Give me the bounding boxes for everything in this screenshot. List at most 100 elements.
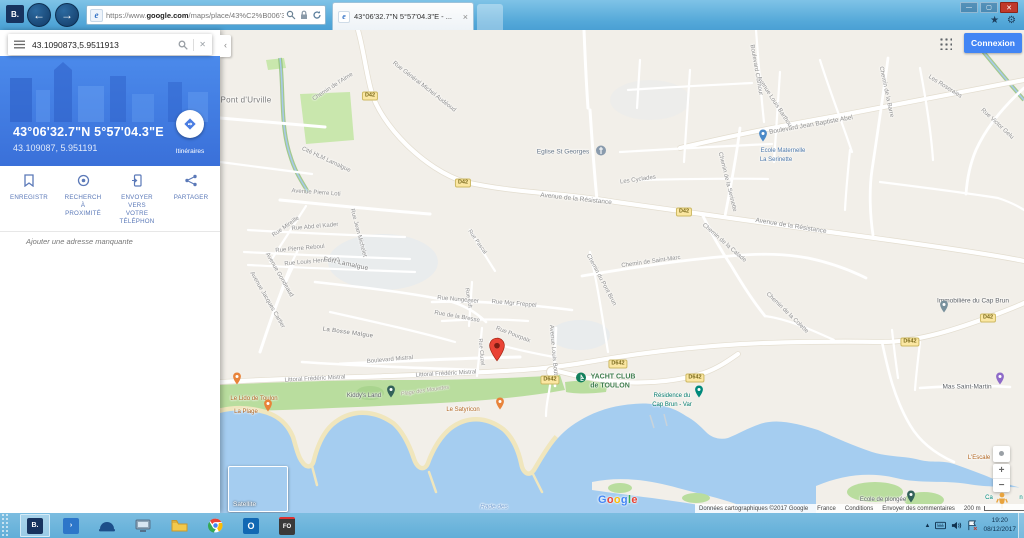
- map-extra-control[interactable]: [993, 446, 1010, 462]
- address-bar[interactable]: e https://www.google.com/maps/place/43%C…: [86, 5, 326, 25]
- map-label: n: [1019, 495, 1022, 501]
- show-desktop-button[interactable]: [1018, 513, 1024, 538]
- map-label: Cap Brun - Var: [652, 402, 692, 408]
- google-logo-letter: o: [614, 494, 621, 506]
- place-coordinates-decimal: 43.109087, 5.951191: [13, 143, 97, 153]
- google-logo: Google: [598, 494, 638, 506]
- map-label: Ca: [985, 495, 993, 501]
- system-tray: ▲ ✕ 19:20 08/12/2017: [925, 513, 1017, 538]
- pin-blue[interactable]: [759, 129, 768, 147]
- powershell-icon: ›: [63, 518, 79, 534]
- map-label: YACHT CLUB: [591, 374, 636, 381]
- pin-orange[interactable]: [496, 397, 505, 415]
- feedback-link[interactable]: Envoyer des commentaires: [882, 506, 955, 512]
- volume-icon[interactable]: [951, 520, 962, 531]
- taskbar-grip[interactable]: [1, 513, 10, 538]
- zoom-in-button[interactable]: +: [993, 464, 1010, 479]
- pin-gray[interactable]: [940, 300, 949, 318]
- google-apps-grid-icon[interactable]: [939, 37, 952, 50]
- pin-orange[interactable]: [233, 372, 242, 390]
- zoom-out-button[interactable]: −: [993, 479, 1010, 493]
- action-label: PARTAGER: [174, 194, 209, 202]
- search-icon[interactable]: [286, 10, 296, 20]
- circle-gray[interactable]: [596, 143, 607, 161]
- tray-expand-icon[interactable]: ▲: [925, 523, 931, 529]
- nearby-search-icon: [77, 174, 90, 192]
- tab-close-icon[interactable]: ×: [463, 12, 468, 22]
- route-shield: D42: [980, 314, 996, 323]
- attribution-country: France: [817, 506, 836, 512]
- signin-button[interactable]: Connexion: [964, 33, 1022, 53]
- satellite-toggle[interactable]: Satellite: [228, 466, 288, 512]
- action-recherch[interactable]: RECHERCHÀPROXIMITÉ: [56, 172, 110, 226]
- divider: [193, 39, 194, 51]
- action-envoyer[interactable]: ENVOYERVERSVOTRETÉLÉPHON: [110, 172, 164, 226]
- action-partager[interactable]: PARTAGER: [164, 172, 218, 226]
- map-label: Résidence du: [654, 393, 691, 399]
- url-text[interactable]: https://www.google.com/maps/place/43%C2%…: [106, 11, 284, 20]
- close-button[interactable]: ✕: [1000, 2, 1018, 13]
- add-missing-address-link[interactable]: Ajouter une adresse manquante: [26, 237, 133, 246]
- taskbar-app-folder[interactable]: [164, 514, 194, 537]
- action-center-flag-icon[interactable]: ✕: [967, 520, 978, 531]
- map-label: Kiddy's Land: [347, 393, 381, 399]
- action-enregistr[interactable]: ENREGISTR: [2, 172, 56, 226]
- google-logo-letter: G: [598, 494, 607, 506]
- taskbar-app-fo[interactable]: FO: [272, 514, 302, 537]
- refresh-icon[interactable]: [312, 10, 322, 20]
- place-actions: ENREGISTR RECHERCHÀPROXIMITÉ ENVOYERVERSVO…: [0, 166, 220, 226]
- taskbar-clock[interactable]: 19:20 08/12/2017: [983, 517, 1016, 535]
- send-to-phone-icon: [132, 174, 143, 192]
- minimize-button[interactable]: —: [960, 2, 978, 13]
- map-label: La Plage: [234, 409, 258, 415]
- taskbar-app-explorer[interactable]: [128, 514, 158, 537]
- terms-link[interactable]: Conditions: [845, 506, 873, 512]
- new-tab-button[interactable]: [477, 4, 503, 30]
- keyboard-icon[interactable]: [935, 520, 946, 531]
- bookmark-icon: [23, 174, 35, 192]
- sidebar-collapse-button[interactable]: ‹: [220, 35, 231, 57]
- browser-tab[interactable]: e 43°06'32.7"N 5°57'04.3"E - ... ×: [332, 2, 474, 30]
- taskbar-app-b[interactable]: B.: [20, 514, 50, 537]
- outlook-icon: O: [243, 518, 259, 534]
- google-logo-letter: g: [621, 494, 628, 506]
- marker-red[interactable]: [489, 336, 506, 368]
- search-input[interactable]: 43.1090873,5.9511913: [32, 40, 178, 50]
- chrome-icon: [208, 518, 223, 533]
- taskbar-app-chrome[interactable]: [200, 514, 230, 537]
- search-icon[interactable]: [178, 40, 188, 50]
- menu-icon[interactable]: [14, 40, 25, 49]
- dome-icon: [98, 519, 116, 533]
- zoom-control: + −: [993, 464, 1010, 492]
- taskbar-app-powershell[interactable]: ›: [56, 514, 86, 537]
- favorites-star-icon[interactable]: ★: [990, 15, 999, 26]
- taskbar-app-server[interactable]: [92, 514, 122, 537]
- place-header: 43°06'32.7"N 5°57'04.3"E 43.109087, 5.95…: [0, 56, 220, 166]
- svg-text:✕: ✕: [973, 526, 978, 531]
- fo-icon: FO: [279, 517, 295, 535]
- forward-button[interactable]: →: [55, 3, 79, 27]
- map-attribution-bar: Données cartographiques ©2017 Google Fra…: [695, 504, 1024, 513]
- settings-gear-icon[interactable]: ⚙: [1007, 15, 1016, 26]
- map-canvas[interactable]: [220, 30, 1024, 513]
- maximize-button[interactable]: ▢: [980, 2, 998, 13]
- directions-icon: [183, 117, 197, 131]
- map-viewport[interactable]: ‹ Pont d'UrvilleChemin de l'AimeRue Géné…: [220, 30, 1024, 513]
- page-favicon: e: [90, 9, 103, 22]
- search-box[interactable]: 43.1090873,5.9511913 ✕: [8, 34, 212, 55]
- clear-search-icon[interactable]: ✕: [199, 40, 206, 49]
- action-label: RECHERCHÀPROXIMITÉ: [65, 194, 102, 218]
- action-label: ENVOYERVERSVOTRETÉLÉPHON: [120, 194, 155, 226]
- maps-sidebar: 43.1090873,5.9511913 ✕ 43°06'32.7"N 5°57…: [0, 30, 220, 513]
- taskbar-app-outlook[interactable]: O: [236, 514, 266, 537]
- route-shield: D642: [900, 338, 919, 347]
- circle-green[interactable]: [576, 370, 587, 388]
- pin-purple[interactable]: [996, 372, 1005, 390]
- satellite-label: Satellite: [233, 501, 256, 508]
- pin-teal[interactable]: [695, 385, 704, 403]
- back-button[interactable]: ←: [27, 3, 51, 27]
- pin-orange[interactable]: [264, 399, 273, 417]
- directions-button[interactable]: [176, 110, 204, 138]
- map-label: L'Escale: [968, 455, 991, 461]
- pin-dark[interactable]: [387, 385, 396, 403]
